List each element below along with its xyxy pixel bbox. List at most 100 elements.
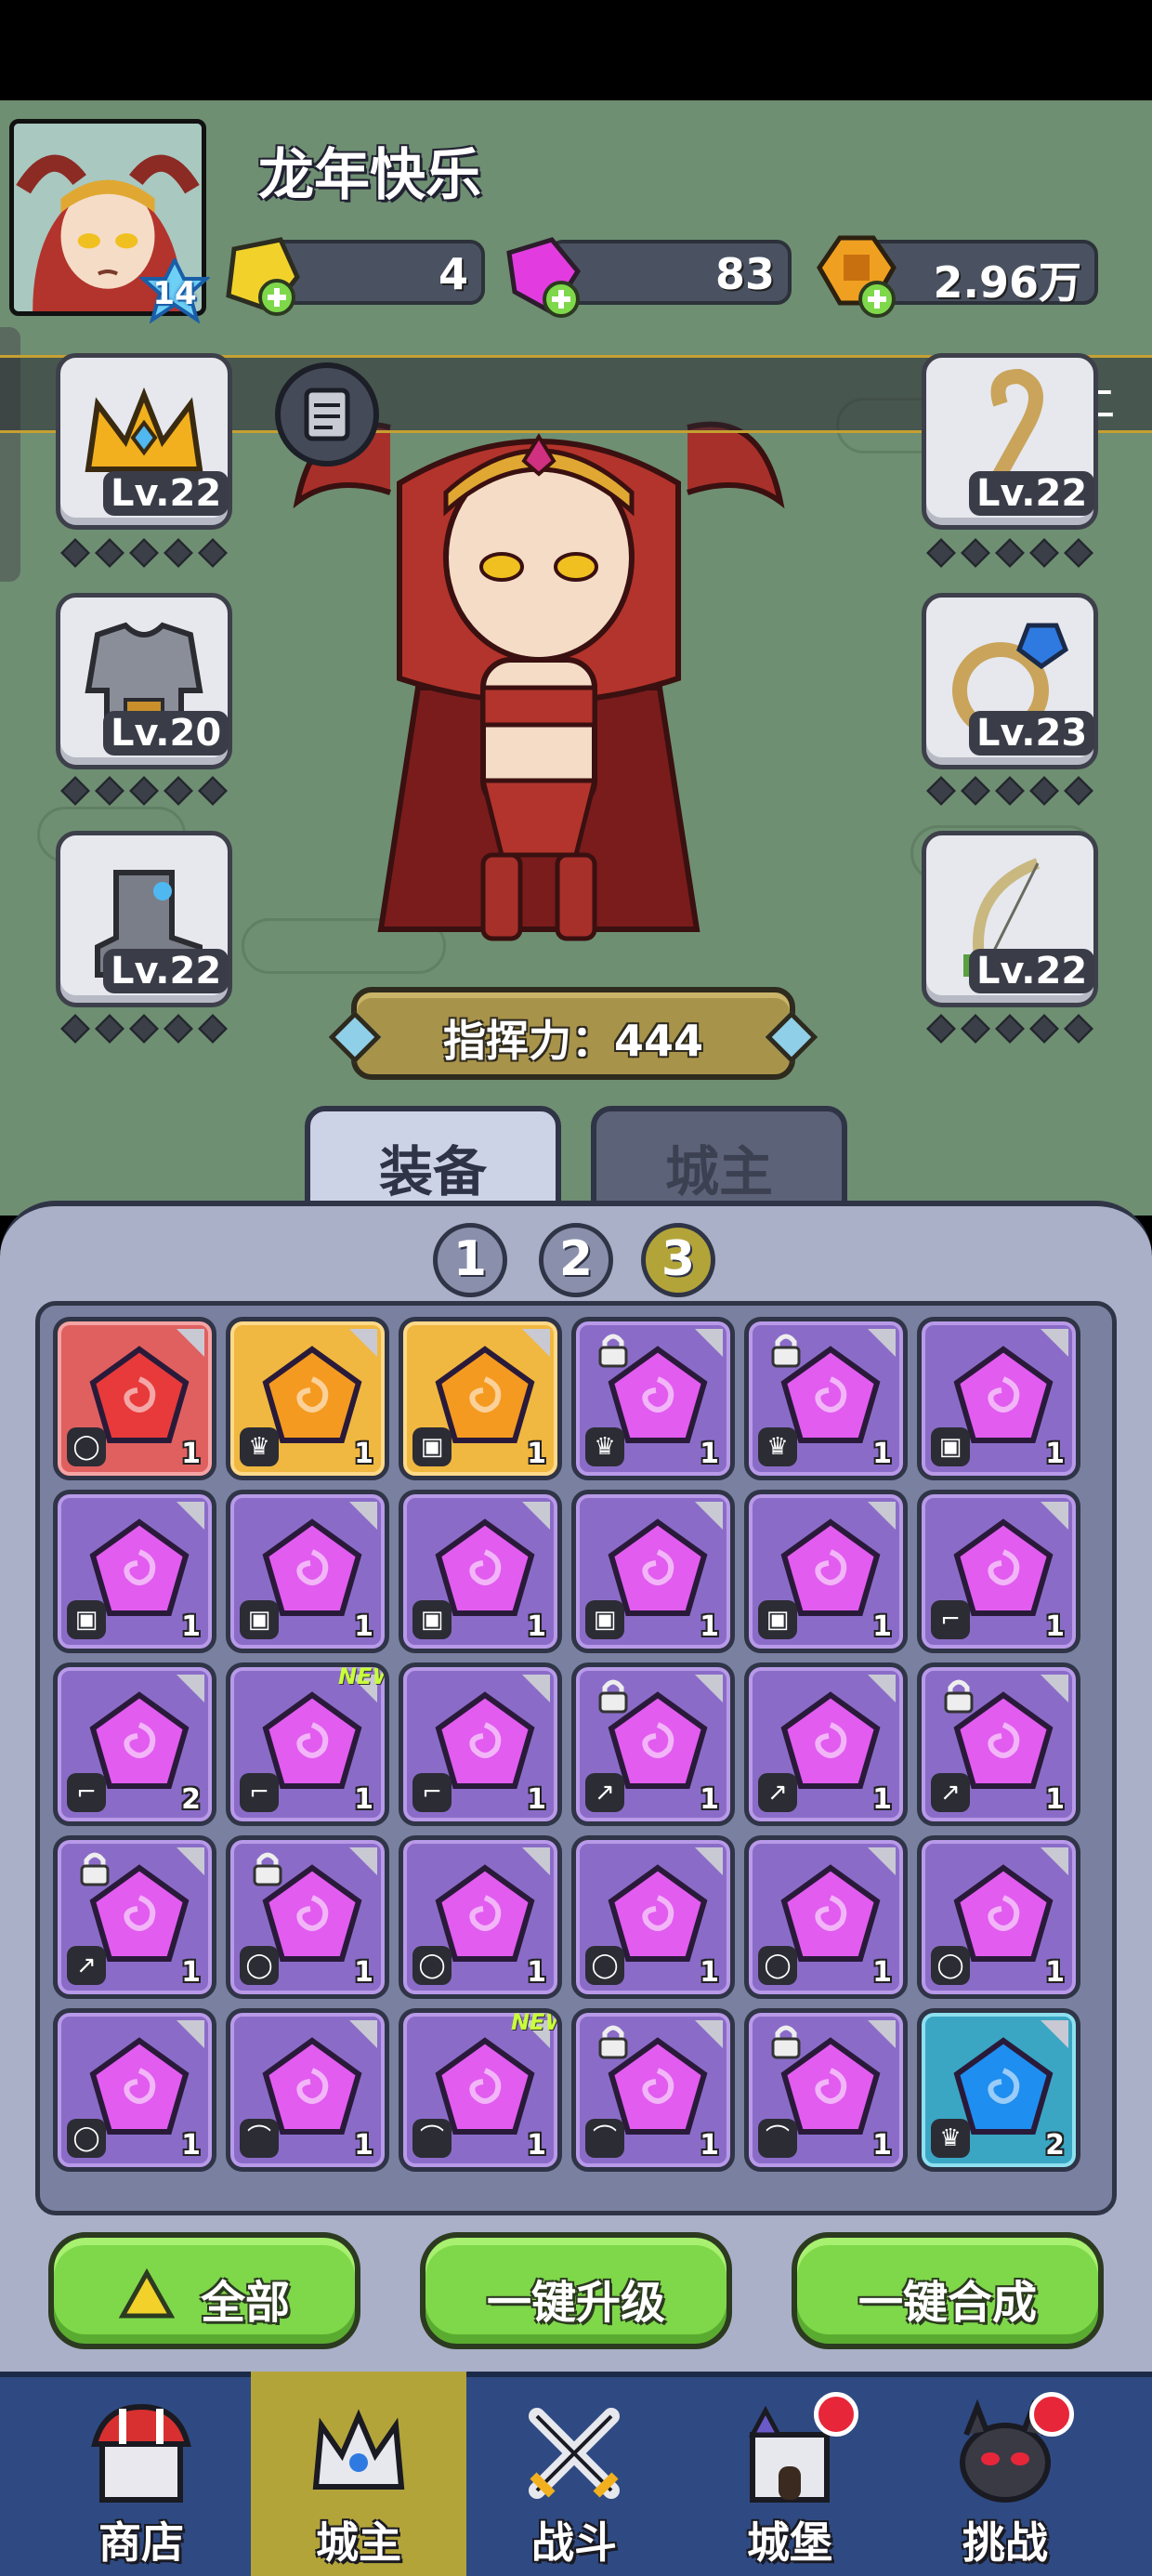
slot-type-icon: ▣ bbox=[240, 1600, 279, 1639]
inventory-item-0-4[interactable]: ♛ 1 bbox=[744, 1317, 908, 1480]
inventory-grid: ◯1♛1▣1♛1♛1▣1▣1▣1▣1▣1▣1⌐1⌐2⌐1NEW⌐1↗1↗1↗1↗… bbox=[35, 1301, 1117, 2215]
corner-marker bbox=[349, 1329, 377, 1357]
item-count: 1 bbox=[354, 2129, 373, 2162]
equip-slot-ring[interactable]: Lv.23 bbox=[922, 593, 1098, 769]
corner-marker bbox=[522, 1675, 550, 1702]
inventory-item-2-3[interactable]: ↗ 1 bbox=[571, 1663, 735, 1826]
corner-marker bbox=[695, 1675, 723, 1702]
inventory-item-3-4[interactable]: ◯ 1 bbox=[744, 1835, 908, 1999]
slot-type-icon: ♛ bbox=[240, 1427, 279, 1466]
new-tag: NEW bbox=[338, 1663, 385, 1689]
page-button-2[interactable]: 2 bbox=[539, 1223, 613, 1297]
item-count: 1 bbox=[354, 1783, 373, 1816]
lock-icon bbox=[251, 1849, 284, 1886]
slot-type-icon: ⌒ bbox=[240, 2119, 279, 2158]
corner-marker bbox=[349, 1847, 377, 1875]
equip-level: Lv.22 bbox=[969, 471, 1095, 516]
nav-challenge[interactable]: 挑战 bbox=[897, 2372, 1113, 2576]
slot-type-icon: ▣ bbox=[931, 1427, 970, 1466]
slot-type-icon: ⌐ bbox=[240, 1773, 279, 1812]
inventory-item-4-5[interactable]: ♛ 2 bbox=[917, 2008, 1080, 2172]
castle-notification-badge bbox=[814, 2392, 858, 2437]
inventory-item-1-4[interactable]: ▣ 1 bbox=[744, 1490, 908, 1653]
inventory-item-0-0[interactable]: ◯ 1 bbox=[53, 1317, 216, 1480]
slot-type-icon: ▣ bbox=[758, 1600, 797, 1639]
inventory-item-3-3[interactable]: ◯ 1 bbox=[571, 1835, 735, 1999]
corner-marker bbox=[522, 1502, 550, 1530]
page-button-3[interactable]: 3 bbox=[641, 1223, 715, 1297]
inventory-item-3-0[interactable]: ↗ 1 bbox=[53, 1835, 216, 1999]
inventory-item-3-2[interactable]: ◯ 1 bbox=[399, 1835, 562, 1999]
inventory-item-1-1[interactable]: ▣ 1 bbox=[226, 1490, 389, 1653]
command-power-plate: 指挥力：444 bbox=[328, 987, 818, 1080]
item-count: 1 bbox=[354, 1610, 373, 1643]
item-count: 1 bbox=[181, 1438, 201, 1470]
nav-shop[interactable]: 商店 bbox=[33, 2372, 249, 2576]
slot-type-icon: ⌐ bbox=[931, 1600, 970, 1639]
item-count: 1 bbox=[181, 1956, 201, 1989]
equip-slot-bow[interactable]: Lv.22 bbox=[922, 831, 1098, 1007]
corner-marker bbox=[868, 1675, 896, 1702]
inventory-item-0-2[interactable]: ▣ 1 bbox=[399, 1317, 562, 1480]
corner-marker bbox=[177, 1502, 204, 1530]
swords-icon bbox=[529, 2408, 620, 2499]
equip-slot-crown[interactable]: Lv.22 bbox=[56, 353, 232, 530]
inventory-item-1-5[interactable]: ⌐ 1 bbox=[917, 1490, 1080, 1653]
nav-castle[interactable]: 城堡 bbox=[682, 2372, 897, 2576]
tab-lord[interactable]: 城主 bbox=[591, 1106, 847, 1210]
scroll-log-icon[interactable] bbox=[275, 362, 379, 467]
tab-equipment[interactable]: 装备 bbox=[305, 1106, 561, 1210]
item-count: 1 bbox=[700, 1438, 719, 1470]
inventory-item-0-3[interactable]: ♛ 1 bbox=[571, 1317, 735, 1480]
inventory-item-4-2[interactable]: ⌒ 1 NEW bbox=[399, 2008, 562, 2172]
slot-type-icon: ⌐ bbox=[67, 1773, 106, 1812]
inventory-item-2-2[interactable]: ⌐ 1 bbox=[399, 1663, 562, 1826]
upgrade-all-button[interactable]: 一键升级 bbox=[420, 2232, 732, 2349]
inventory-item-2-0[interactable]: ⌐ 2 bbox=[53, 1663, 216, 1826]
item-count: 1 bbox=[527, 1438, 546, 1470]
inventory-item-4-4[interactable]: ⌒ 1 bbox=[744, 2008, 908, 2172]
inventory-item-4-3[interactable]: ⌒ 1 bbox=[571, 2008, 735, 2172]
inventory-item-3-5[interactable]: ◯ 1 bbox=[917, 1835, 1080, 1999]
inventory-item-1-2[interactable]: ▣ 1 bbox=[399, 1490, 562, 1653]
yellow-gem-add-icon[interactable] bbox=[216, 230, 305, 320]
slot-type-icon: ↗ bbox=[931, 1773, 970, 1812]
merge-all-button[interactable]: 一键合成 bbox=[792, 2232, 1104, 2349]
item-count: 1 bbox=[527, 1610, 546, 1643]
lock-icon bbox=[78, 1849, 111, 1886]
page-button-1[interactable]: 1 bbox=[433, 1223, 507, 1297]
inventory-item-0-5[interactable]: ▣ 1 bbox=[917, 1317, 1080, 1480]
inventory-item-2-5[interactable]: ↗ 1 bbox=[917, 1663, 1080, 1826]
inventory-item-1-3[interactable]: ▣ 1 bbox=[571, 1490, 735, 1653]
corner-marker bbox=[868, 1847, 896, 1875]
inventory-item-0-1[interactable]: ♛ 1 bbox=[226, 1317, 389, 1480]
equip-slot-boot[interactable]: Lv.22 bbox=[56, 831, 232, 1007]
inventory-item-2-4[interactable]: ↗ 1 bbox=[744, 1663, 908, 1826]
gold-coin-add-icon[interactable] bbox=[812, 230, 901, 320]
equip-slot-armor[interactable]: Lv.20 bbox=[56, 593, 232, 769]
item-count: 1 bbox=[181, 1610, 201, 1643]
corner-marker bbox=[349, 2020, 377, 2048]
status-bar bbox=[0, 0, 1152, 100]
inventory-item-3-1[interactable]: ◯ 1 bbox=[226, 1835, 389, 1999]
inventory-item-4-1[interactable]: ⌒ 1 bbox=[226, 2008, 389, 2172]
select-all-button[interactable]: 全部 bbox=[48, 2232, 360, 2349]
inventory-item-4-0[interactable]: ◯ 1 bbox=[53, 2008, 216, 2172]
item-count: 1 bbox=[700, 1610, 719, 1643]
slot-type-icon: ⌒ bbox=[412, 2119, 452, 2158]
pink-gem-add-icon[interactable] bbox=[496, 230, 585, 320]
item-count: 1 bbox=[872, 2129, 892, 2162]
slot-type-icon: ▣ bbox=[67, 1600, 106, 1639]
corner-marker bbox=[177, 1675, 204, 1702]
nav-lord[interactable]: 城主 bbox=[251, 2372, 466, 2576]
hero-character[interactable] bbox=[279, 372, 799, 966]
slot-type-icon: ◯ bbox=[585, 1946, 624, 1985]
nav-battle[interactable]: 战斗 bbox=[466, 2372, 682, 2576]
inventory-item-2-1[interactable]: ⌐ 1 NEW bbox=[226, 1663, 389, 1826]
slot-type-icon: ◯ bbox=[67, 2119, 106, 2158]
equip-stars bbox=[922, 538, 1098, 571]
inventory-item-1-0[interactable]: ▣ 1 bbox=[53, 1490, 216, 1653]
item-count: 1 bbox=[700, 1783, 719, 1816]
equip-slot-staff[interactable]: Lv.22 bbox=[922, 353, 1098, 530]
lock-icon bbox=[596, 1676, 630, 1714]
